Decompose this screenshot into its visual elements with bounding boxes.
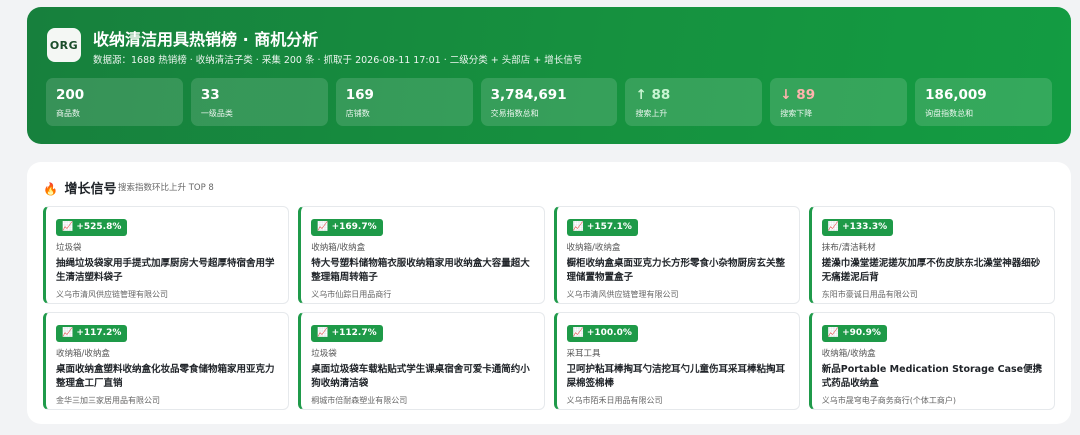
card-product-name[interactable]: 新品Portable Medication Storage Case便携式药品收… bbox=[822, 363, 1044, 391]
growth-signal-panel: 🔥 增长信号 搜索指数环比上升 TOP 8 📈 +525.8% 垃圾袋 抽绳垃圾… bbox=[27, 162, 1071, 424]
stat-value: 200 bbox=[56, 87, 85, 103]
growth-badge: 📈 +90.9% bbox=[821, 325, 887, 342]
stat-card-categories: 33 一级品类 bbox=[190, 78, 328, 126]
stat-card-search-down: ↓ 89 搜索下降 bbox=[770, 78, 908, 126]
card-shop-name: 义乌市晟穹电子商务商行(个体工商户) bbox=[821, 396, 956, 405]
section-subtitle: 搜索指数环比上升 TOP 8 bbox=[118, 183, 214, 193]
section-title-text: 增长信号 bbox=[64, 182, 117, 197]
growth-badge: 📈 +157.1% bbox=[566, 219, 638, 236]
fire-icon: 🔥 bbox=[43, 182, 58, 196]
stat-card-inquiry-index: 186,009 询盘指数总和 bbox=[915, 78, 1053, 126]
stat-value: 169 bbox=[345, 87, 374, 103]
growth-card[interactable]: 📈 +112.7% 垃圾袋 桌面垃圾袋车载粘贴式学生课桌宿舍可爱卡通简约小狗收纳… bbox=[298, 312, 545, 410]
stat-value: ↓ 89 bbox=[780, 87, 816, 103]
stat-label: 一级品类 bbox=[200, 109, 233, 118]
growth-card[interactable]: 📈 +100.0% 采耳工具 卫呵护粘耳棒掏耳勺洁挖耳勺儿童伤耳采耳棒粘掏耳屎棉… bbox=[553, 312, 800, 410]
growth-badge: 📈 +169.7% bbox=[311, 219, 383, 236]
card-shop-name: 桐城市倍耐森塑业有限公司 bbox=[311, 396, 408, 405]
stat-label: 询盘指数总和 bbox=[925, 109, 974, 118]
page-subtitle: 数据源：1688 热销榜 · 收纳清洁子类 · 采集 200 条 · 抓取于 2… bbox=[93, 55, 583, 66]
stat-value: ↑ 88 bbox=[635, 87, 671, 103]
card-shop-name: 东阳市豪诚日用品有限公司 bbox=[821, 290, 918, 299]
growth-card-grid: 📈 +525.8% 垃圾袋 抽绳垃圾袋家用手提式加厚厨房大号超厚特宿舍用学生清洁… bbox=[43, 206, 1055, 410]
growth-card[interactable]: 📈 +525.8% 垃圾袋 抽绳垃圾袋家用手提式加厚厨房大号超厚特宿舍用学生清洁… bbox=[43, 206, 290, 304]
section-title: 🔥 增长信号 bbox=[43, 178, 117, 197]
stat-label: 店铺数 bbox=[345, 109, 370, 118]
stat-label: 交易指数总和 bbox=[490, 109, 539, 118]
card-shop-name: 金华三加三家居用品有限公司 bbox=[56, 396, 160, 405]
report-header: ORG 收纳清洁用具热销榜 · 商机分析 数据源：1688 热销榜 · 收纳清洁… bbox=[27, 7, 1071, 144]
card-product-name[interactable]: 抽绳垃圾袋家用手提式加厚厨房大号超厚特宿舍用学生清洁塑料袋子 bbox=[56, 257, 278, 285]
stat-label: 商品数 bbox=[56, 109, 80, 118]
card-shop-name: 义乌市仙踪日用品商行 bbox=[311, 290, 392, 299]
growth-badge: 📈 +117.2% bbox=[56, 325, 128, 342]
stat-value: 33 bbox=[200, 87, 220, 103]
card-category: 抹布/清洁耗材 bbox=[821, 243, 876, 253]
stats-row: 200 商品数 33 一级品类 169 店铺数 3,784,691 交易指数总和… bbox=[46, 78, 1053, 126]
page-title: 收纳清洁用具热销榜 · 商机分析 bbox=[93, 30, 319, 49]
card-category: 垃圾袋 bbox=[311, 349, 337, 359]
stat-card-search-up: ↑ 88 搜索上升 bbox=[625, 78, 763, 126]
card-product-name[interactable]: 桌面垃圾袋车载粘贴式学生课桌宿舍可爱卡通简约小狗收纳清洁袋 bbox=[311, 363, 533, 391]
card-shop-name: 义乌市陌禾日用品有限公司 bbox=[566, 396, 663, 405]
growth-card[interactable]: 📈 +90.9% 收纳箱/收纳盒 新品Portable Medication S… bbox=[808, 312, 1055, 410]
growth-card[interactable]: 📈 +133.3% 抹布/清洁耗材 搓澡巾澡堂搓泥搓灰加厚不伤皮肤东北澡堂神器细… bbox=[808, 206, 1055, 304]
card-product-name[interactable]: 桌面收纳盒塑料收纳盒化妆品零食储物箱家用亚克力整理盒工厂直销 bbox=[56, 363, 278, 391]
card-product-name[interactable]: 特大号塑料储物箱衣服收纳箱家用收纳盒大容量超大整理箱周转箱子 bbox=[311, 257, 533, 285]
growth-card[interactable]: 📈 +169.7% 收纳箱/收纳盒 特大号塑料储物箱衣服收纳箱家用收纳盒大容量超… bbox=[298, 206, 545, 304]
card-shop-name: 义乌市清风供应链管理有限公司 bbox=[566, 290, 679, 299]
growth-card[interactable]: 📈 +157.1% 收纳箱/收纳盒 橱柜收纳盒桌面亚克力长方形零食小杂物厨房玄关… bbox=[553, 206, 800, 304]
growth-badge: 📈 +525.8% bbox=[56, 219, 128, 236]
card-category: 垃圾袋 bbox=[56, 243, 82, 253]
card-shop-name: 义乌市清风供应链管理有限公司 bbox=[56, 290, 168, 299]
card-product-name[interactable]: 搓澡巾澡堂搓泥搓灰加厚不伤皮肤东北澡堂神器细砂无痛搓泥后背 bbox=[822, 257, 1044, 285]
card-category: 采耳工具 bbox=[566, 349, 601, 359]
growth-badge: 📈 +112.7% bbox=[311, 325, 383, 342]
stat-card-trade-index: 3,784,691 交易指数总和 bbox=[480, 78, 618, 126]
card-category: 收纳箱/收纳盒 bbox=[821, 349, 876, 359]
card-product-name[interactable]: 卫呵护粘耳棒掏耳勺洁挖耳勺儿童伤耳采耳棒粘掏耳屎棉签棉棒 bbox=[567, 363, 789, 391]
card-product-name[interactable]: 橱柜收纳盒桌面亚克力长方形零食小杂物厨房玄关整理储置物置盒子 bbox=[567, 257, 789, 285]
growth-card[interactable]: 📈 +117.2% 收纳箱/收纳盒 桌面收纳盒塑料收纳盒化妆品零食储物箱家用亚克… bbox=[43, 312, 290, 410]
stat-value: 186,009 bbox=[925, 87, 987, 103]
stat-card-products: 200 商品数 bbox=[46, 78, 183, 126]
stat-label: 搜索上升 bbox=[635, 109, 668, 118]
org-logo: ORG bbox=[47, 28, 81, 62]
card-category: 收纳箱/收纳盒 bbox=[566, 243, 621, 253]
card-category: 收纳箱/收纳盒 bbox=[311, 243, 366, 253]
growth-badge: 📈 +133.3% bbox=[821, 219, 894, 236]
stat-value: 3,784,691 bbox=[490, 87, 567, 103]
stat-label: 搜索下降 bbox=[780, 109, 813, 118]
stat-card-shops: 169 店铺数 bbox=[335, 78, 473, 126]
growth-badge: 📈 +100.0% bbox=[566, 325, 638, 342]
card-category: 收纳箱/收纳盒 bbox=[56, 349, 110, 359]
